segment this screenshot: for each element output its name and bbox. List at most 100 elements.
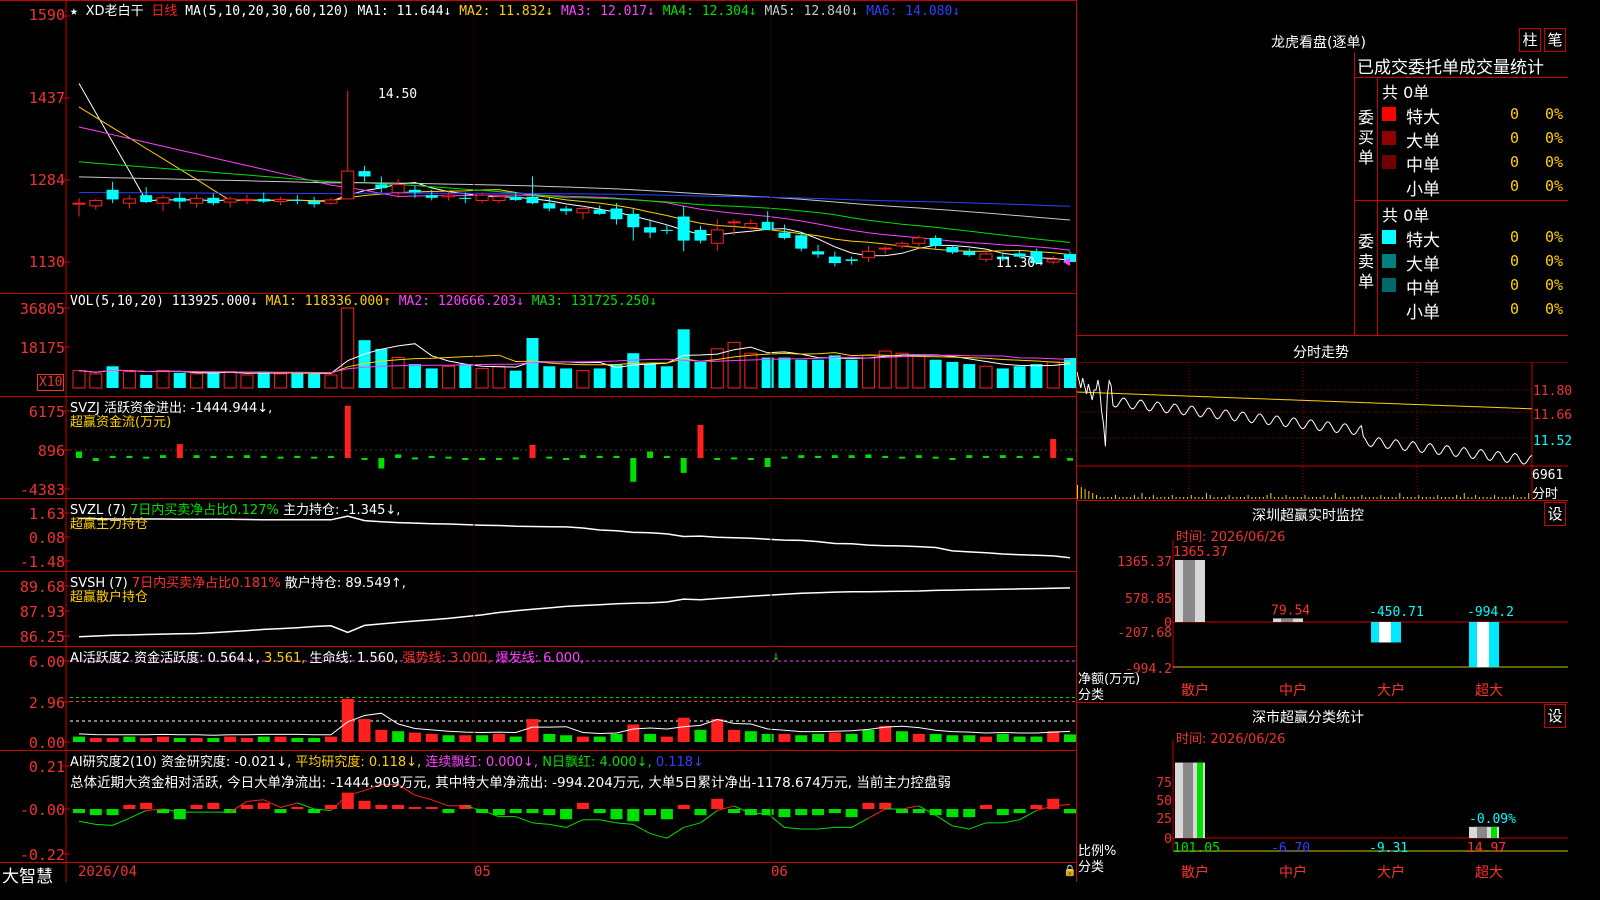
research-bar [610,809,623,820]
fenshi-vol-bar [1312,497,1314,499]
fenshi-vol-bar [1437,495,1439,499]
volume-bar [240,374,254,389]
candle-body [610,208,623,220]
ai-active-tick: 0.00 [28,734,65,752]
ratio-value: -6.70 [1271,841,1310,856]
classify-tick: 50 [1156,794,1172,809]
fund-flow-bar [663,455,670,458]
fenshi-vol-bar [1209,495,1211,499]
candle-body [106,189,119,200]
candle-body [324,199,338,204]
volume-bar [156,370,170,389]
fenshi-vol-bar [1429,497,1431,499]
net-amount-value: 79.54 [1271,603,1310,618]
research-line [1002,819,1020,824]
lhb-tabs[interactable]: 已成交委托单成交量统计 [1357,53,1544,78]
vol-legend-item-4: MA3: 131725.250↓ [531,294,658,309]
activity-bar [761,733,774,742]
research-bar [274,809,287,814]
fenshi-vol-bar [1441,497,1442,499]
activity-bar [929,733,942,742]
activity-bar [89,737,102,742]
volume-bar [375,348,388,388]
classify-tick: 75 [1156,776,1172,791]
monitor-settings-button[interactable]: 设 [1544,502,1566,526]
fund-flow-bar [613,455,620,458]
activity-bar [593,736,606,742]
volume-bar [72,370,86,389]
research-bar [929,809,942,816]
research-bar [812,809,825,816]
research-bar [845,809,858,818]
candle-body [408,189,421,193]
volume-bar [459,364,472,388]
order-size-swatch [1382,155,1396,169]
period-label[interactable]: 日线 [151,4,177,19]
fenshi-vol-bar [1194,497,1196,499]
activity-bar [207,737,220,742]
fenshi-vol-bar [1471,497,1473,499]
research-line [246,799,264,802]
chart-header: ★ XD老白干 日线 MA(5,10,20,30,60,120) MA1: 11… [70,0,960,19]
volume-bar [442,365,456,389]
fenshi-vol-bar [1277,497,1279,499]
fenshi-vol-bar [1323,495,1325,499]
fenshi-vol-bar [1221,497,1223,499]
volume-bar [1013,366,1026,388]
research-line [549,823,567,828]
main-chart-area[interactable]: ↓ [0,0,1077,882]
fenshi-vol-bar [1228,495,1230,499]
intraday-chart[interactable] [1077,362,1568,500]
candle-body [257,198,270,202]
activity-bar [576,736,589,742]
ma-legend-item-5: MA5: 12.840↓ [764,4,859,19]
order-size-swatch [1382,131,1396,145]
fenshi-vol-bar [1433,497,1435,499]
activity-bar [845,733,858,742]
fund-flow-bar [109,455,116,458]
net-amount-bar-shade [1183,560,1195,622]
research-bar [509,809,522,814]
fund-flow-bar [92,458,99,462]
ma-legend-item-6: MA6: 14.080↓ [866,4,961,19]
research-line [784,826,802,830]
research-bar [980,804,993,809]
fenshi-vol-bar [1080,487,1082,499]
volume-bar [895,352,909,389]
research-bar [593,809,606,814]
fenshi-vol-bar [1160,497,1162,499]
activity-bar [980,736,993,742]
research-line [818,826,835,830]
favorite-star-icon[interactable]: ★ [70,4,78,19]
fund-flow-bar [1033,455,1040,458]
activity-bar [73,736,85,742]
stroke-view-button[interactable]: 笔 [1544,28,1566,52]
ai-research-item-5: 0.118↓ [655,755,704,770]
activity-line [78,712,1071,736]
svsh-tick: 89.68 [19,578,65,596]
classify-settings-button[interactable]: 设 [1544,704,1566,728]
fund-flow-bar [126,455,133,458]
fenshi-vol-bar [1175,497,1177,499]
ai-active-tick: 6.00 [28,653,65,671]
research-line [515,816,533,824]
vol-legend-item-1: 113925.000↓ [171,294,258,309]
fund-flow-bar [395,454,402,458]
fund-flow-bar [563,458,570,460]
bar-view-button[interactable]: 柱 [1519,28,1541,52]
lock-icon[interactable]: 🔒 [1063,864,1077,877]
vol-unit-badge[interactable]: X10 [37,374,65,391]
activity-bar [106,737,119,742]
activity-bar [677,717,690,742]
candle-body [240,198,254,202]
order-size-swatch [1382,278,1396,292]
fund-flow-bar [428,455,435,458]
fund-flow-bar [327,455,334,458]
candle-body [475,194,489,202]
fenshi-vol-bar [1497,497,1499,499]
fenshi-vol-bar [1448,497,1450,499]
stock-name[interactable]: XD老白干 [86,4,144,19]
ai-active-item-4: 强势线: 3.000, [402,651,492,666]
research-bar [677,804,690,809]
activity-bar [795,735,808,742]
